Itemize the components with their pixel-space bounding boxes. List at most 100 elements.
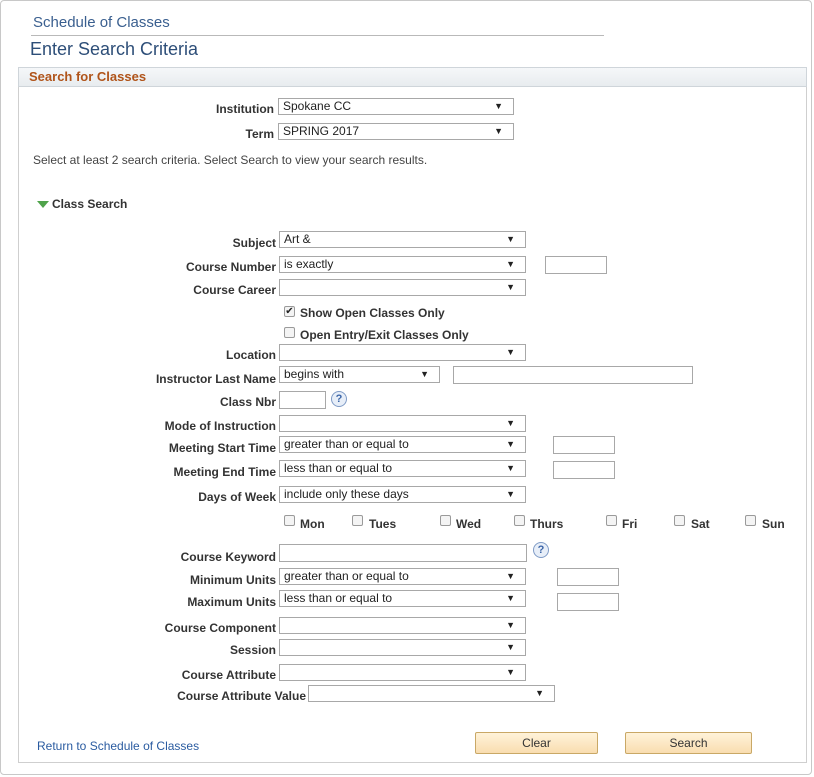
open-entry-checkbox[interactable]	[284, 327, 295, 338]
meeting-start-input[interactable]	[553, 436, 615, 454]
min-units-operator-value: greater than or equal to	[284, 569, 409, 583]
chevron-down-icon: ▼	[494, 101, 503, 111]
day-fri-checkbox[interactable]	[606, 515, 617, 526]
min-units-input[interactable]	[557, 568, 619, 586]
course-number-label: Course Number	[185, 260, 276, 274]
institution-label: Institution	[216, 102, 274, 116]
max-units-operator-value: less than or equal to	[284, 591, 393, 605]
keyword-input[interactable]	[279, 544, 527, 562]
chevron-down-icon: ▼	[506, 418, 515, 428]
attribute-select[interactable]: ▼	[279, 664, 526, 681]
subject-label: Subject	[232, 236, 276, 250]
clear-button[interactable]: Clear	[475, 732, 598, 754]
meeting-start-operator-value: greater than or equal to	[284, 437, 409, 451]
term-value: SPRING 2017	[283, 124, 360, 138]
class-search-header: Class Search	[52, 197, 128, 211]
instruction-text: Select at least 2 search criteria. Selec…	[33, 153, 428, 167]
min-units-operator[interactable]: greater than or equal to ▼	[279, 568, 526, 585]
subject-value: Art &	[284, 232, 311, 246]
day-fri-label: Fri	[622, 517, 638, 531]
day-wed-label: Wed	[456, 517, 482, 531]
term-label: Term	[245, 127, 274, 141]
show-open-checkbox[interactable]: ✔	[284, 306, 295, 317]
show-open-label: Show Open Classes Only	[300, 306, 445, 320]
days-operator-value: include only these days	[284, 487, 409, 501]
meeting-start-label: Meeting Start Time	[168, 441, 276, 455]
chevron-down-icon: ▼	[535, 688, 544, 698]
chevron-down-icon: ▼	[506, 620, 515, 630]
session-label: Session	[229, 643, 276, 657]
help-icon[interactable]: ?	[331, 391, 347, 407]
expand-triangle-icon	[37, 201, 49, 209]
max-units-label: Maximum Units	[187, 595, 276, 609]
keyword-label: Course Keyword	[180, 550, 276, 564]
meeting-end-operator[interactable]: less than or equal to ▼	[279, 460, 526, 477]
days-operator[interactable]: include only these days ▼	[279, 486, 526, 503]
meeting-end-label: Meeting End Time	[173, 465, 276, 479]
chevron-down-icon: ▼	[506, 667, 515, 677]
days-label: Days of Week	[198, 490, 276, 504]
institution-value: Spokane CC	[283, 99, 352, 113]
instructor-input[interactable]	[453, 366, 693, 384]
course-career-label: Course Career	[193, 283, 276, 297]
open-entry-label: Open Entry/Exit Classes Only	[300, 328, 469, 342]
help-icon[interactable]: ?	[533, 542, 549, 558]
max-units-input[interactable]	[557, 593, 619, 611]
day-sun-checkbox[interactable]	[745, 515, 756, 526]
chevron-down-icon: ▼	[506, 347, 515, 357]
chevron-down-icon: ▼	[494, 126, 503, 136]
instructor-operator-value: begins with	[284, 367, 345, 381]
chevron-down-icon: ▼	[506, 593, 515, 603]
chevron-down-icon: ▼	[506, 282, 515, 292]
day-thurs-label: Thurs	[530, 517, 564, 531]
chevron-down-icon: ▼	[506, 571, 515, 581]
term-select[interactable]: SPRING 2017 ▼	[278, 123, 514, 140]
chevron-down-icon: ▼	[506, 234, 515, 244]
course-number-input[interactable]	[545, 256, 607, 274]
attribute-value-label: Course Attribute Value	[177, 689, 306, 703]
chevron-down-icon: ▼	[506, 463, 515, 473]
day-mon-checkbox[interactable]	[284, 515, 295, 526]
institution-select[interactable]: Spokane CC ▼	[278, 98, 514, 115]
meeting-end-input[interactable]	[553, 461, 615, 479]
class-nbr-input[interactable]	[279, 391, 326, 409]
class-search-toggle[interactable]: Class Search	[37, 197, 127, 211]
course-number-operator-value: is exactly	[284, 257, 334, 271]
panel-title: Search for Classes	[29, 69, 147, 84]
day-wed-checkbox[interactable]	[440, 515, 451, 526]
location-label: Location	[226, 348, 276, 362]
min-units-label: Minimum Units	[190, 573, 276, 587]
component-select[interactable]: ▼	[279, 617, 526, 634]
day-mon-label: Mon	[300, 517, 325, 531]
breadcrumb-title: Schedule of Classes	[33, 14, 170, 31]
mode-select[interactable]: ▼	[279, 415, 526, 432]
chevron-down-icon: ▼	[506, 439, 515, 449]
return-link[interactable]: Return to Schedule of Classes	[37, 739, 199, 753]
location-select[interactable]: ▼	[279, 344, 526, 361]
class-nbr-label: Class Nbr	[219, 395, 276, 409]
day-sat-label: Sat	[691, 517, 710, 531]
instructor-label: Instructor Last Name	[155, 372, 276, 386]
chevron-down-icon: ▼	[506, 259, 515, 269]
day-tues-label: Tues	[369, 517, 397, 531]
day-sat-checkbox[interactable]	[674, 515, 685, 526]
subject-select[interactable]: Art & ▼	[279, 231, 526, 248]
course-career-select[interactable]: ▼	[279, 279, 526, 296]
chevron-down-icon: ▼	[506, 642, 515, 652]
instructor-operator[interactable]: begins with ▼	[279, 366, 440, 383]
meeting-end-operator-value: less than or equal to	[284, 461, 393, 475]
session-select[interactable]: ▼	[279, 639, 526, 656]
title-divider	[31, 35, 604, 36]
day-tues-checkbox[interactable]	[352, 515, 363, 526]
attribute-label: Course Attribute	[181, 668, 276, 682]
day-thurs-checkbox[interactable]	[514, 515, 525, 526]
max-units-operator[interactable]: less than or equal to ▼	[279, 590, 526, 607]
course-number-operator[interactable]: is exactly ▼	[279, 256, 526, 273]
day-sun-label: Sun	[762, 517, 785, 531]
meeting-start-operator[interactable]: greater than or equal to ▼	[279, 436, 526, 453]
chevron-down-icon: ▼	[420, 369, 429, 379]
mode-label: Mode of Instruction	[164, 419, 276, 433]
search-button[interactable]: Search	[625, 732, 752, 754]
chevron-down-icon: ▼	[506, 489, 515, 499]
attribute-value-select[interactable]: ▼	[308, 685, 555, 702]
